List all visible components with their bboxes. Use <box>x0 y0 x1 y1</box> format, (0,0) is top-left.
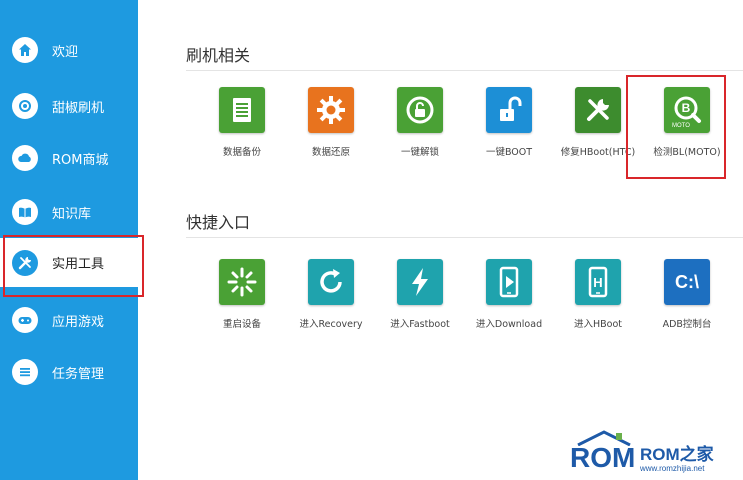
tile-reboot-device[interactable]: 重启设备 <box>197 259 285 349</box>
main-content: 刷机相关 数据备份 数据还原 一键解锁 一键BOOT 修复HBoot(HTC) … <box>138 0 743 480</box>
watermark-sub: ROM之家 <box>640 445 714 464</box>
section-divider <box>186 70 743 71</box>
list-icon <box>12 359 38 385</box>
sidebar-item-label: 任务管理 <box>52 366 105 382</box>
sidebar-item-label: 知识库 <box>52 206 92 222</box>
wrench-icon <box>575 87 621 133</box>
tile-label: 检测BL(MOTO) <box>653 147 721 158</box>
tile-repair-hboot[interactable]: 修复HBoot(HTC) <box>553 87 641 177</box>
lightning-icon <box>397 259 443 305</box>
tile-label: ADB控制台 <box>662 319 712 330</box>
section-title-flash: 刷机相关 <box>186 46 251 65</box>
burst-icon <box>219 259 265 305</box>
reload-icon <box>308 259 354 305</box>
tile-label: 进入Fastboot <box>390 319 450 330</box>
home-icon <box>12 37 38 63</box>
tile-label: 一键BOOT <box>485 147 533 158</box>
svg-text:B: B <box>682 101 691 115</box>
tile-label: 数据还原 <box>311 147 350 158</box>
tile-enter-hboot[interactable]: H 进入HBoot <box>553 259 641 349</box>
sidebar-item-rom-store[interactable]: ROM商城 <box>0 132 138 184</box>
book-icon <box>12 199 38 225</box>
tile-adb-console[interactable]: C:\ ADB控制台 <box>642 259 730 349</box>
watermark-url: www.romzhijia.net <box>640 464 705 473</box>
tile-one-click-boot[interactable]: 一键BOOT <box>464 87 552 177</box>
tile-enter-fastboot[interactable]: 进入Fastboot <box>375 259 463 349</box>
moto-badge: MOTO <box>672 123 690 129</box>
tile-enter-download[interactable]: 进入Download <box>464 259 552 349</box>
sidebar-item-label: 欢迎 <box>52 44 79 60</box>
tile-detect-bl[interactable]: B MOTO 检测BL(MOTO) <box>642 87 730 177</box>
tile-data-backup[interactable]: 数据备份 <box>197 87 285 177</box>
sidebar-item-label: 应用游戏 <box>52 314 105 330</box>
tools-icon <box>12 249 38 276</box>
gamepad-icon <box>12 307 38 333</box>
sidebar-item-label: 实用工具 <box>52 257 105 272</box>
sidebar-item-label: ROM商城 <box>52 152 109 168</box>
sidebar-item-tools[interactable]: 实用工具 <box>0 238 138 290</box>
console-icon: C:\ <box>664 259 710 305</box>
tile-label: 一键解锁 <box>400 147 439 158</box>
tile-data-restore[interactable]: 数据还原 <box>286 87 374 177</box>
watermark-logo: ROM ROM之家 www.romzhijia.net <box>570 430 740 478</box>
tile-label: 修复HBoot(HTC) <box>560 147 636 158</box>
refresh-icon <box>12 93 38 119</box>
phone-h-icon: H <box>575 259 621 305</box>
cloud-icon <box>12 145 38 171</box>
sidebar-item-knowledge[interactable]: 知识库 <box>0 186 138 238</box>
padlock-open-icon <box>486 87 532 133</box>
tile-label: 进入HBoot <box>573 319 622 330</box>
svg-text:H: H <box>593 275 602 290</box>
section-divider <box>186 237 743 238</box>
sidebar-item-flash[interactable]: 甜椒刷机 <box>0 80 138 132</box>
document-icon <box>219 87 265 133</box>
tile-one-click-unlock[interactable]: 一键解锁 <box>375 87 463 177</box>
tile-enter-recovery[interactable]: 进入Recovery <box>286 259 374 349</box>
unlock-circle-icon <box>397 87 443 133</box>
tile-label: 数据备份 <box>222 147 261 158</box>
console-icon-text: C:\ <box>675 271 699 292</box>
gear-icon <box>308 87 354 133</box>
sidebar-item-label: 甜椒刷机 <box>52 100 105 116</box>
sidebar-item-tasks[interactable]: 任务管理 <box>0 346 138 398</box>
sidebar: 欢迎 甜椒刷机 ROM商城 知识库 实用工具 应用游戏 任务管理 <box>0 0 138 480</box>
phone-download-icon <box>486 259 532 305</box>
tile-label: 重启设备 <box>222 319 261 330</box>
tile-label: 进入Recovery <box>299 319 363 330</box>
watermark-main: ROM <box>570 442 636 473</box>
section-title-shortcuts: 快捷入口 <box>186 213 251 232</box>
sidebar-item-apps-games[interactable]: 应用游戏 <box>0 294 138 346</box>
sidebar-item-welcome[interactable]: 欢迎 <box>0 24 138 76</box>
tile-label: 进入Download <box>475 319 543 330</box>
